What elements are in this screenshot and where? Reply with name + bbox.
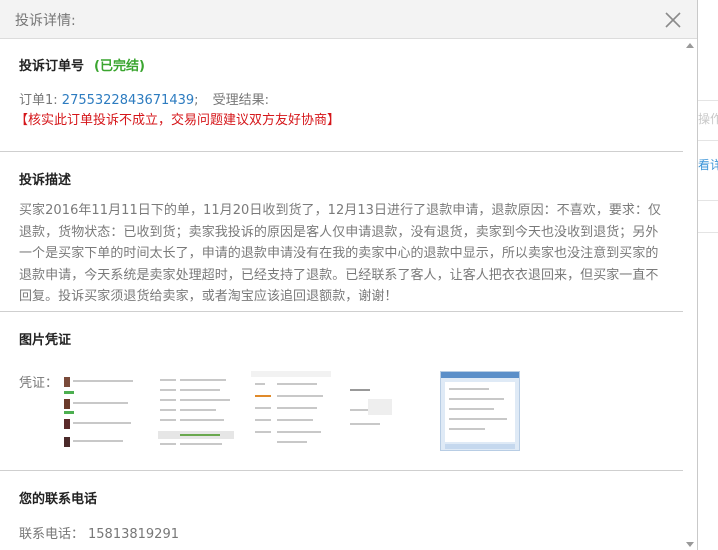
- order-section-title-text: 投诉订单号: [19, 59, 85, 74]
- section-divider: [0, 470, 683, 471]
- section-divider: [0, 151, 683, 152]
- thumb-text-line: [180, 419, 224, 421]
- thumb-text-line: [255, 419, 271, 421]
- contact-label: 联系电话：: [19, 527, 85, 542]
- thumb-text-line: [160, 443, 176, 445]
- thumb-text-line: [73, 422, 131, 424]
- thumb-header: [251, 371, 331, 377]
- thumb-text-line: [255, 431, 271, 433]
- evidence-label: 凭证：: [19, 376, 59, 391]
- thumb-text-line: [277, 407, 317, 409]
- result-label: 受理结果:: [212, 93, 270, 108]
- thumb-text-line: [160, 399, 176, 401]
- thumb-text-line: [73, 440, 123, 442]
- evidence-thumbnail-2[interactable]: [156, 371, 236, 451]
- background-divider: [698, 100, 718, 101]
- order-number-link[interactable]: 2755322843671439: [62, 93, 194, 108]
- thumb-text-line: [277, 383, 317, 385]
- thumb-text-line: [73, 402, 128, 404]
- scroll-down-arrow-icon[interactable]: [686, 542, 694, 547]
- thumb-watermark: [368, 399, 392, 415]
- order-label: 订单1:: [19, 93, 58, 108]
- complaint-description: 买家2016年11月11日下的单，11月20日收到货了，12月13日进行了退款申…: [19, 203, 662, 304]
- order-line: 订单1: 2755322843671439; 受理结果:: [19, 89, 269, 108]
- background-link-detail[interactable]: 看详: [698, 156, 718, 173]
- thumb-product-image: [64, 399, 70, 409]
- thumb-text-line: [255, 407, 271, 409]
- thumb-text-line: [449, 418, 507, 420]
- dialog-title: 投诉详情:: [15, 13, 76, 29]
- thumb-text-line: [160, 419, 176, 421]
- background-divider: [698, 232, 718, 233]
- status-badge: (已完结): [94, 59, 145, 74]
- evidence-thumbnail-4[interactable]: [346, 371, 426, 451]
- background-page: 操作 看详: [698, 0, 718, 550]
- thumb-product-image: [64, 419, 70, 429]
- thumb-text-line: [180, 443, 222, 445]
- thumb-text-line: [160, 389, 176, 391]
- thumb-text-line: [73, 380, 133, 382]
- thumb-text-line: [449, 398, 504, 400]
- thumb-text-line: [180, 399, 230, 401]
- thumb-text-line: [350, 389, 370, 391]
- order-section-title: 投诉订单号 (已完结): [19, 55, 145, 74]
- order-separator: ;: [194, 93, 199, 108]
- thumb-chat-area: [445, 382, 515, 442]
- contact-line: 联系电话： 15813819291: [19, 523, 179, 542]
- evidence-thumbnail-3[interactable]: [251, 371, 331, 451]
- thumb-text-line: [449, 428, 485, 430]
- thumb-text-line: [255, 395, 271, 397]
- background-text-operate: 操作: [698, 112, 718, 126]
- thumb-text-line: [180, 434, 220, 436]
- thumb-text-line: [180, 389, 220, 391]
- evidence-section-title: 图片凭证: [19, 333, 72, 348]
- thumb-text-line: [277, 431, 321, 433]
- thumb-badge: [64, 411, 74, 414]
- thumb-product-image: [64, 377, 70, 387]
- background-divider: [698, 140, 718, 141]
- thumb-text-line: [180, 409, 216, 411]
- thumb-product-image: [64, 437, 70, 447]
- thumb-text-line: [277, 441, 307, 443]
- thumb-text-line: [350, 423, 380, 425]
- thumb-text-line: [180, 379, 226, 381]
- dialog-content[interactable]: 投诉订单号 (已完结) 订单1: 2755322843671439; 受理结果: …: [0, 39, 683, 550]
- description-section-title: 投诉描述: [19, 173, 72, 188]
- section-divider: [0, 311, 683, 312]
- thumb-text-line: [160, 409, 176, 411]
- result-notice: 【核实此订单投诉不成立，交易问题建议双方友好协商】: [15, 113, 341, 128]
- thumb-input-bar: [445, 444, 515, 449]
- vertical-scrollbar[interactable]: [683, 39, 697, 550]
- thumb-titlebar: [441, 372, 519, 378]
- thumb-text-line: [255, 383, 265, 385]
- thumb-text-line: [449, 388, 489, 390]
- contact-phone: 15813819291: [88, 527, 179, 542]
- thumb-text-line: [277, 419, 313, 421]
- evidence-thumbnail-1[interactable]: [61, 371, 141, 451]
- complaint-detail-dialog: 投诉详情: 投诉订单号 (已完结) 订单1: 2755322843671439; …: [0, 0, 698, 550]
- thumb-text-line: [160, 379, 176, 381]
- thumb-text-line: [449, 408, 494, 410]
- contact-section-title: 您的联系电话: [19, 492, 98, 507]
- dialog-header: 投诉详情:: [0, 0, 697, 39]
- thumb-text-line: [277, 395, 323, 397]
- close-icon[interactable]: [664, 11, 682, 29]
- background-divider: [698, 200, 718, 201]
- evidence-thumbnail-5[interactable]: [440, 371, 520, 451]
- scroll-up-arrow-icon[interactable]: [686, 43, 694, 48]
- thumb-badge: [64, 391, 74, 394]
